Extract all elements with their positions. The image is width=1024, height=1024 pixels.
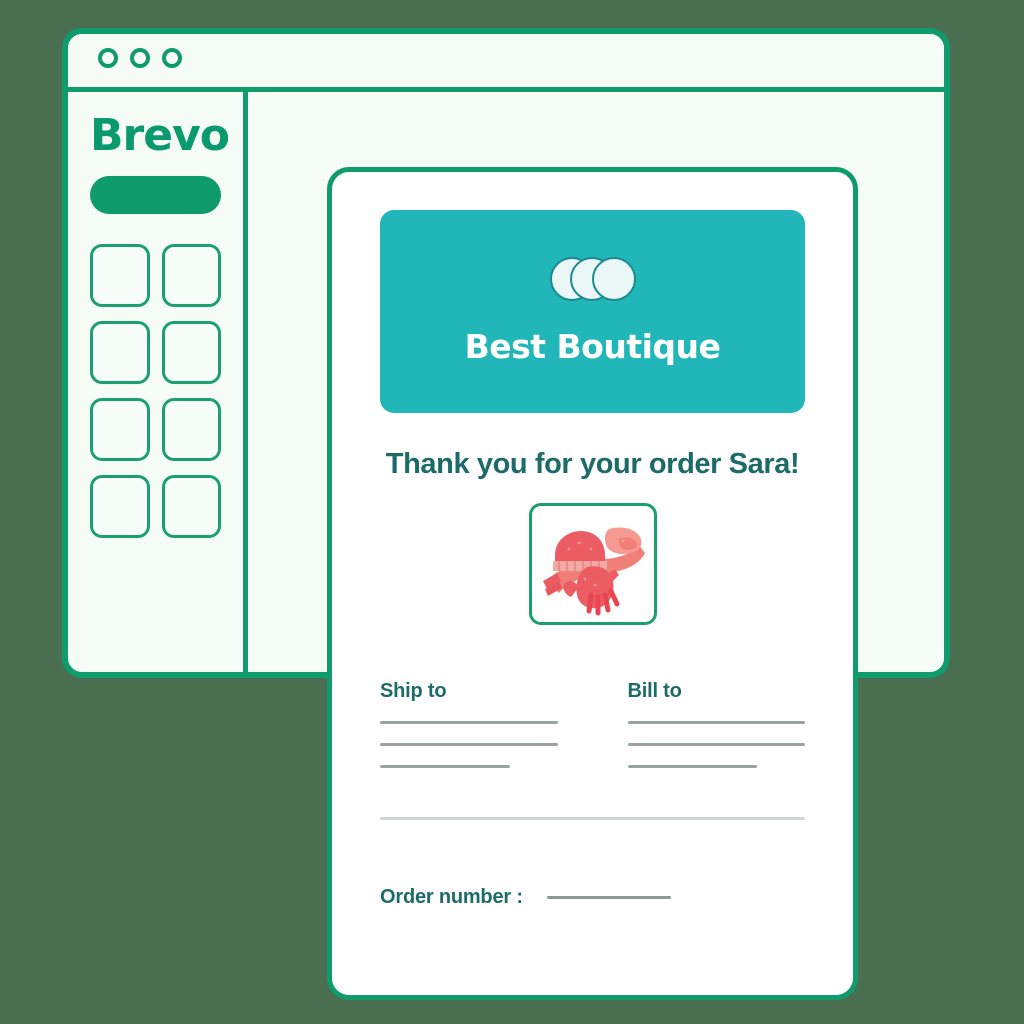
- bill-to-title: Bill to: [627, 680, 682, 703]
- ship-to-title: Ship to: [380, 680, 447, 703]
- bill-to-column: Bill to: [627, 680, 805, 787]
- greeting-text: Thank you for your order Sara!: [385, 448, 800, 480]
- three-overlapping-circles-icon: [549, 257, 636, 301]
- bill-to-line-2: [627, 743, 805, 747]
- email-header-banner: Best Boutique: [380, 210, 805, 413]
- browser-titlebar: [68, 34, 944, 92]
- sidebar-tile-1[interactable]: [90, 244, 150, 307]
- sidebar-tile-3[interactable]: [90, 321, 150, 384]
- sidebar-tile-7[interactable]: [90, 475, 150, 538]
- window-controls: [98, 48, 182, 68]
- ship-to-line-3: [380, 765, 510, 769]
- sidebar-tile-4[interactable]: [161, 321, 221, 384]
- bill-to-line-1: [627, 721, 805, 725]
- sidebar-tile-6[interactable]: [161, 398, 221, 461]
- sidebar-primary-button[interactable]: [90, 176, 221, 214]
- window-dot-2-icon[interactable]: [130, 48, 150, 68]
- email-preview-card: Best Boutique Thank you for your order S…: [327, 167, 858, 1000]
- ship-to-line-2: [380, 743, 558, 747]
- bill-to-line-3: [627, 765, 758, 769]
- section-divider: [380, 817, 805, 821]
- window-dot-3-icon[interactable]: [162, 48, 182, 68]
- sidebar-tile-2[interactable]: [161, 244, 221, 307]
- app-sidebar: Brevo: [68, 92, 248, 672]
- product-image-wrapper: [380, 503, 805, 626]
- ship-to-column: Ship to: [380, 680, 558, 787]
- brevo-logo: Brevo: [90, 110, 230, 161]
- order-number-label: Order number :: [380, 886, 523, 909]
- product-illustration-svg: [542, 527, 645, 616]
- window-dot-1-icon[interactable]: [98, 48, 118, 68]
- order-number-value: [546, 896, 671, 900]
- sidebar-tile-5[interactable]: [90, 398, 150, 461]
- brand-name: Best Boutique: [464, 327, 721, 366]
- winter-accessories-photo: [528, 503, 657, 626]
- address-section: Ship to Bill to: [380, 680, 805, 787]
- order-number-row: Order number :: [380, 886, 805, 909]
- sidebar-tile-grid: [90, 244, 221, 538]
- ship-to-line-1: [380, 721, 558, 725]
- sidebar-tile-8[interactable]: [161, 475, 221, 538]
